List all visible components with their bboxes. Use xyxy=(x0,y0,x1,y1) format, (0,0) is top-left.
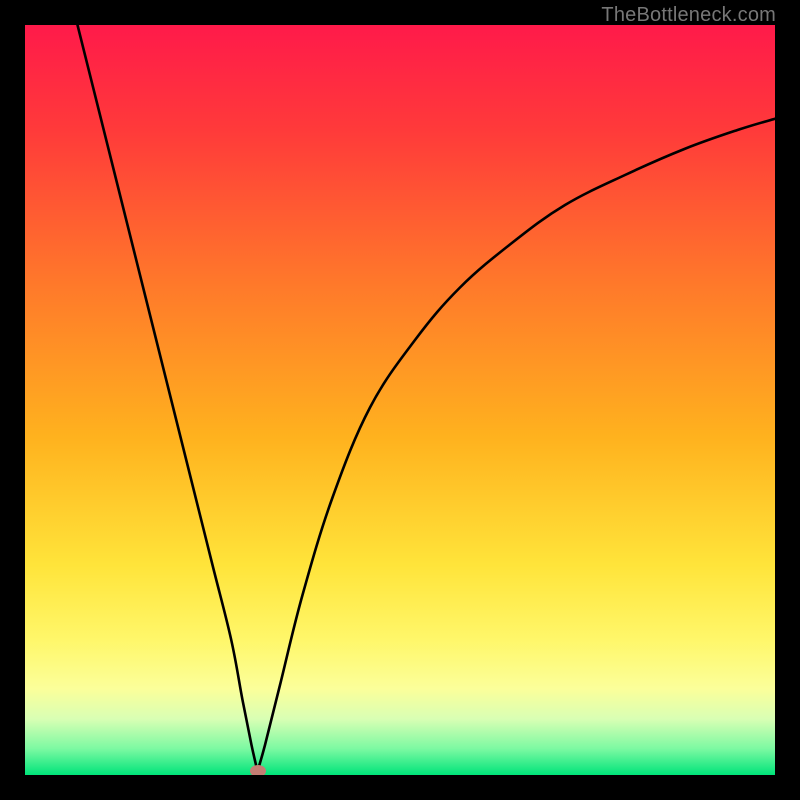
gradient-bg xyxy=(25,25,775,775)
watermark-text: TheBottleneck.com xyxy=(601,4,776,27)
chart-frame: TheBottleneck.com xyxy=(0,0,800,800)
plot-area xyxy=(25,25,775,775)
chart-svg xyxy=(25,25,775,775)
minimum-marker xyxy=(250,765,266,775)
